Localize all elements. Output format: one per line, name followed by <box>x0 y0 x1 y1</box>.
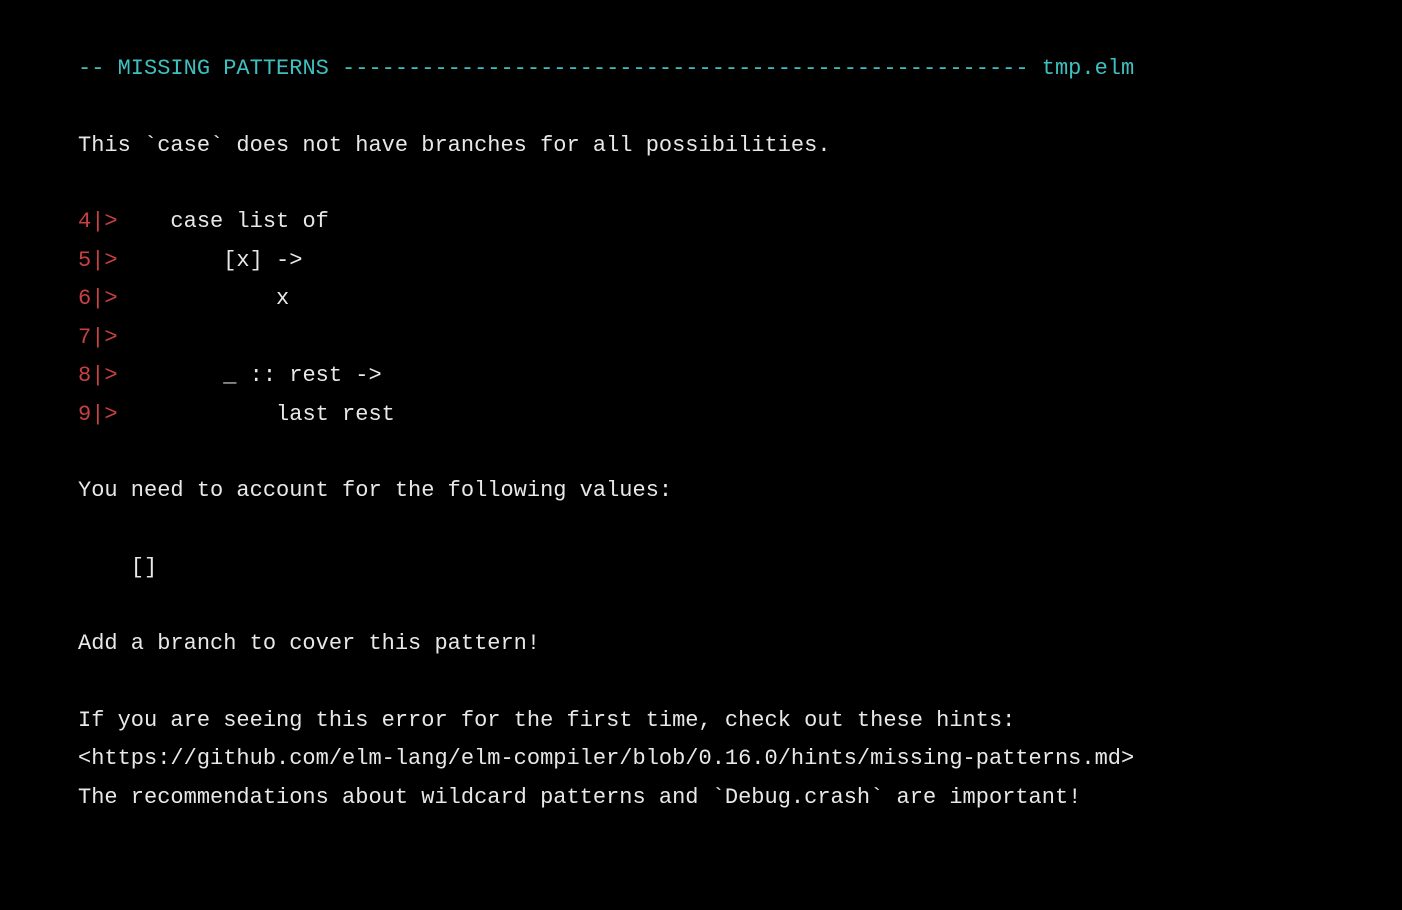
error-title: MISSING PATTERNS <box>118 56 329 81</box>
code-line: 5|> [x] -> <box>78 242 1362 281</box>
recommendations-text: The recommendations about wildcard patte… <box>78 779 1362 818</box>
code-content: last rest <box>118 402 395 427</box>
line-gutter: 6|> <box>78 286 118 311</box>
terminal-output: -- MISSING PATTERNS --------------------… <box>0 50 1402 817</box>
hints-intro: If you are seeing this error for the fir… <box>78 702 1362 741</box>
line-gutter: 4|> <box>78 209 118 234</box>
code-line: 9|> last rest <box>78 396 1362 435</box>
code-content: _ :: rest -> <box>118 363 382 388</box>
line-gutter: 7|> <box>78 325 118 350</box>
header-prefix: -- <box>78 56 118 81</box>
code-content: x <box>118 286 290 311</box>
code-snippet: 4|> case list of 5|> [x] -> 6|> x 7|> 8|… <box>78 203 1362 434</box>
code-content: [x] -> <box>118 248 303 273</box>
missing-pattern-value: [] <box>78 549 1362 588</box>
error-header: -- MISSING PATTERNS --------------------… <box>78 50 1362 89</box>
hints-url: <https://github.com/elm-lang/elm-compile… <box>78 740 1362 779</box>
line-gutter: 8|> <box>78 363 118 388</box>
code-line: 4|> case list of <box>78 203 1362 242</box>
header-dashes: ----------------------------------------… <box>329 56 1042 81</box>
need-account-text: You need to account for the following va… <box>78 472 1362 511</box>
line-gutter: 5|> <box>78 248 118 273</box>
source-filename: tmp.elm <box>1042 56 1134 81</box>
add-branch-text: Add a branch to cover this pattern! <box>78 625 1362 664</box>
code-line: 8|> _ :: rest -> <box>78 357 1362 396</box>
code-line: 6|> x <box>78 280 1362 319</box>
code-line: 7|> <box>78 319 1362 358</box>
line-gutter: 9|> <box>78 402 118 427</box>
code-content: case list of <box>118 209 329 234</box>
error-intro: This `case` does not have branches for a… <box>78 127 1362 166</box>
